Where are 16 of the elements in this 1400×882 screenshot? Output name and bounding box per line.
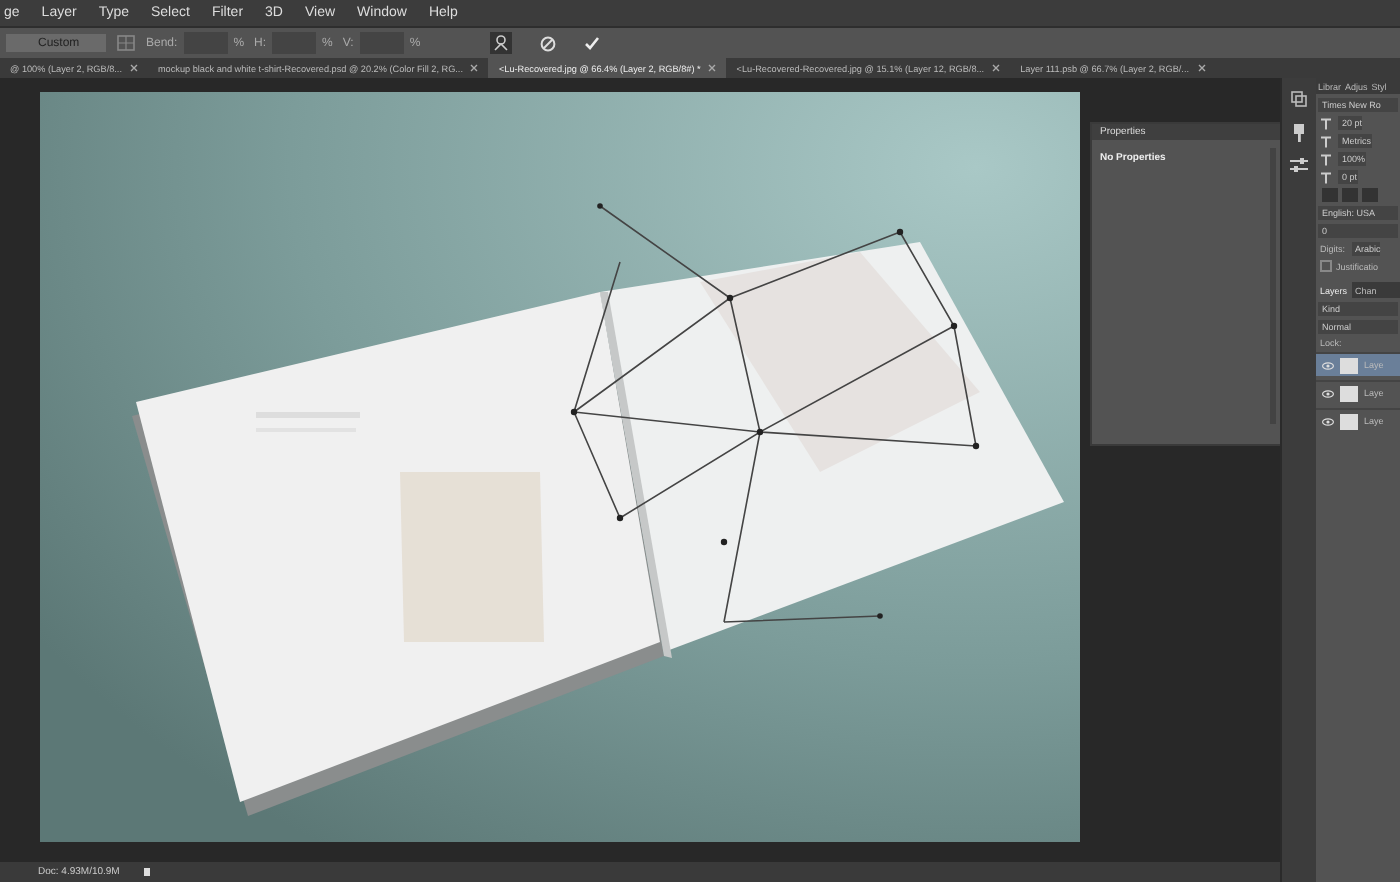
close-icon[interactable] (470, 64, 479, 72)
eye-icon[interactable] (1322, 361, 1334, 369)
puppet-warp-icon[interactable] (490, 32, 513, 54)
eye-icon[interactable] (1322, 389, 1334, 397)
checkmark-icon[interactable] (584, 36, 601, 50)
brush-icon[interactable] (1292, 124, 1306, 142)
close-icon[interactable] (1197, 64, 1205, 72)
close-icon[interactable] (129, 64, 138, 72)
close-icon[interactable] (992, 64, 1001, 72)
close-icon[interactable] (708, 64, 717, 72)
eye-icon[interactable] (1322, 417, 1334, 425)
cancel-icon[interactable] (540, 35, 557, 51)
sliders-icon[interactable] (1290, 158, 1308, 172)
layers-stack-icon[interactable] (1290, 90, 1308, 108)
checkbox[interactable] (1320, 260, 1332, 272)
font-size-icon (1320, 117, 1332, 129)
